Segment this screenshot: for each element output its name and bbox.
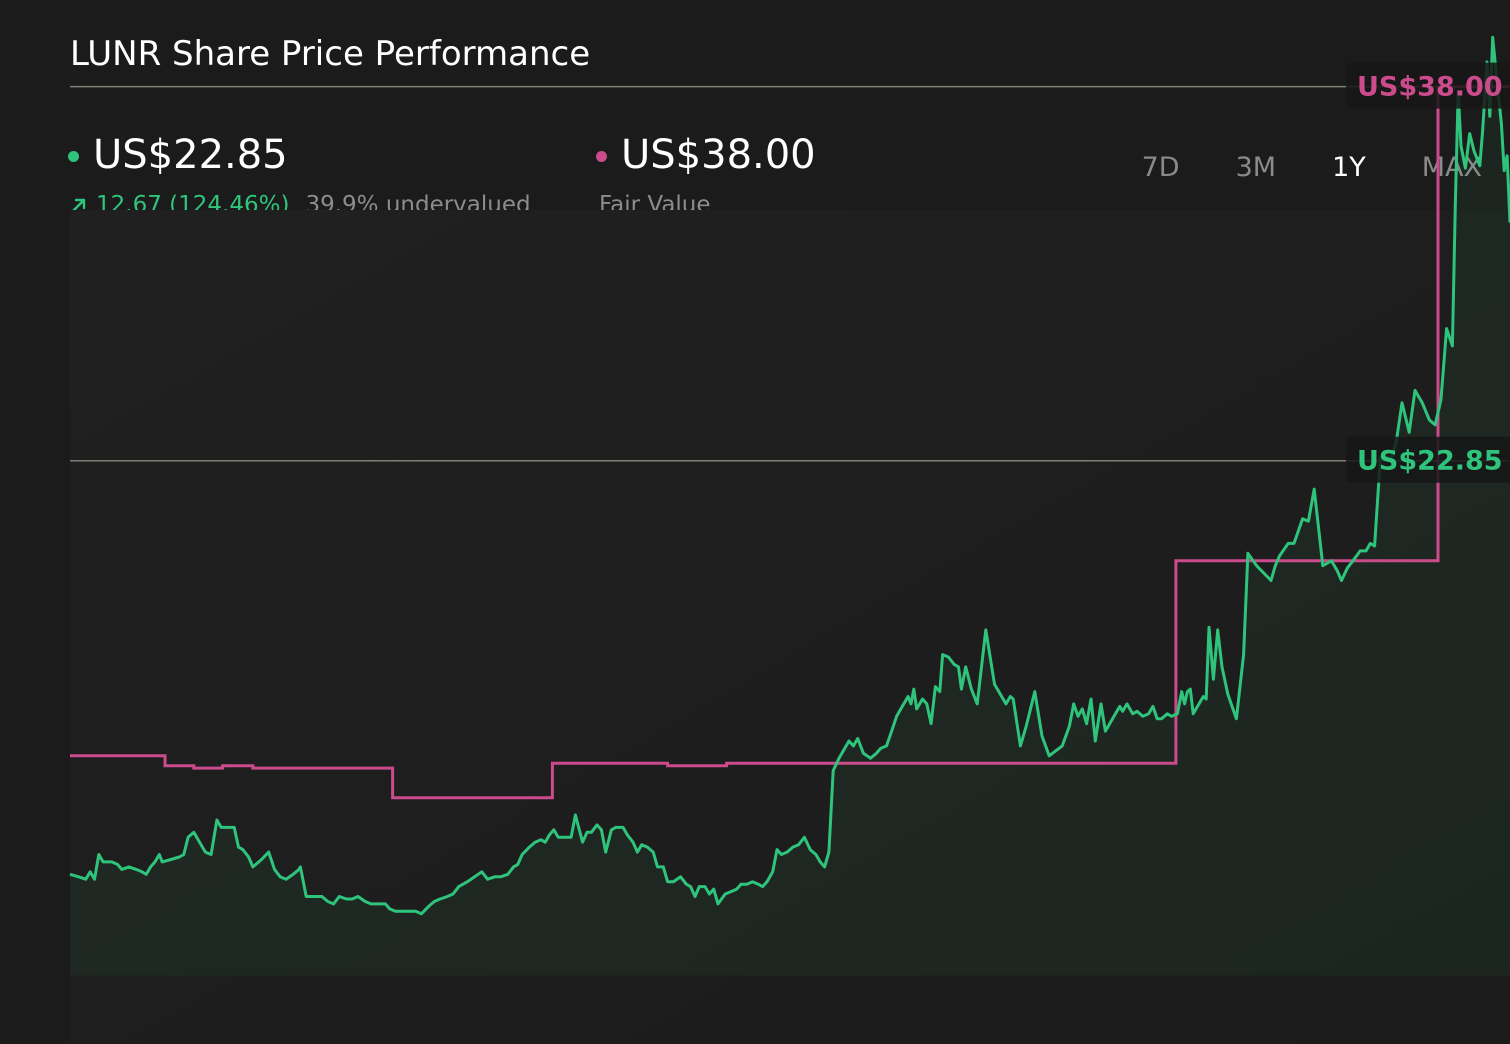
price-chart: US$38.00 US$22.85 — [69, 35, 1510, 1044]
price-tag-label-1: US$22.85 — [1357, 446, 1503, 477]
price-tag-1: US$22.85 — [1346, 436, 1510, 483]
price-tag-label-0: US$38.00 — [1357, 72, 1503, 103]
price-tag-0: US$38.00 — [1346, 62, 1510, 109]
